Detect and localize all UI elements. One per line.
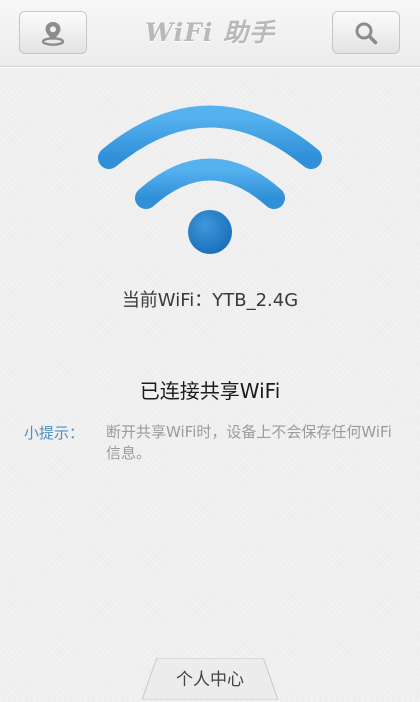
search-button[interactable]: [332, 11, 400, 54]
tip-label: 小提示：: [24, 424, 85, 442]
app-title: WiFi 助手: [144, 18, 276, 47]
wifi-inner-arc: [135, 158, 285, 209]
wifi-signal-icon: [98, 105, 322, 254]
search-icon: [355, 22, 378, 44]
connection-status: 已连接共享WiFi: [139, 379, 281, 403]
location-pin-icon: [41, 21, 65, 46]
personal-center-tab[interactable]: 个人中心: [142, 658, 278, 700]
app-header: WiFi 助手: [0, 0, 420, 67]
tip-text: 断开共享WiFi时，设备上不会保存任何WiFi信息。: [106, 423, 392, 462]
personal-center-label: 个人中心: [176, 670, 244, 690]
location-button[interactable]: [19, 11, 87, 54]
current-wifi-label: 当前WiFi：YTB_2.4G: [121, 290, 299, 311]
wifi-dot: [188, 210, 232, 254]
wifi-outer-arc: [98, 105, 322, 169]
